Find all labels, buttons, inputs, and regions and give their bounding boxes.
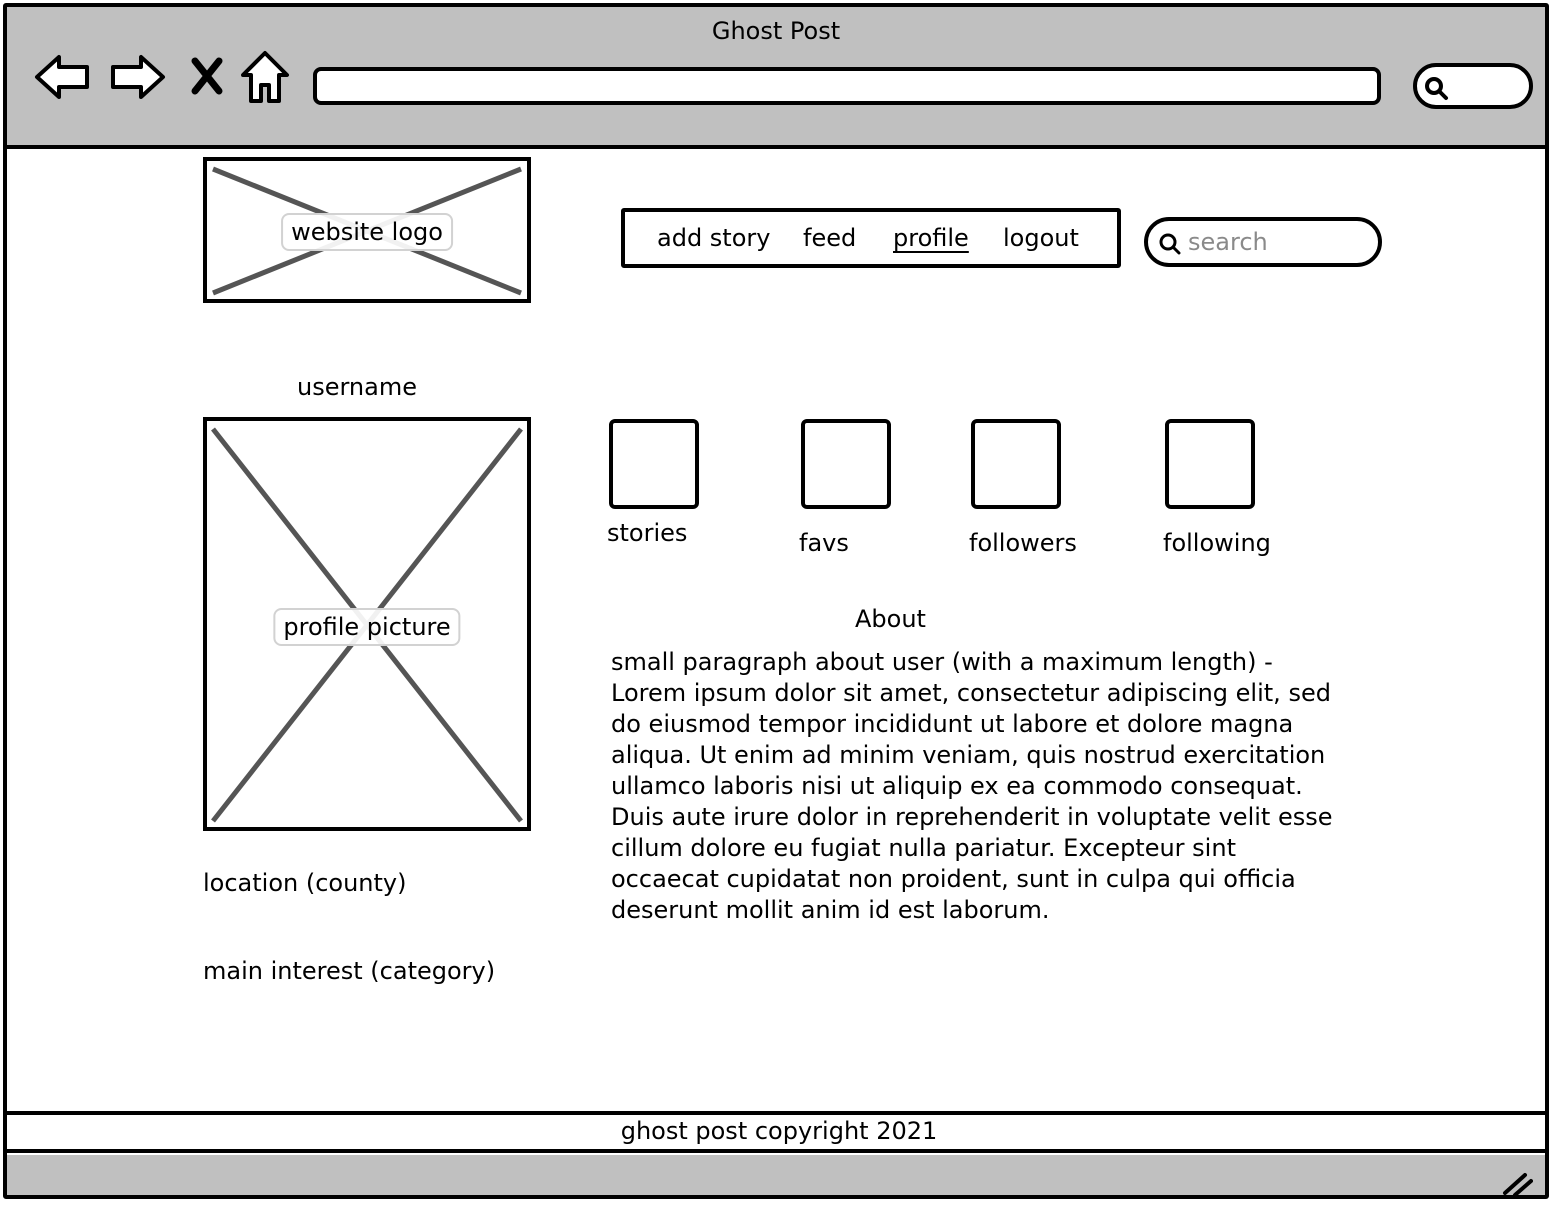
location: location (county)	[203, 869, 407, 897]
about-text: small paragraph about user (with a maxim…	[611, 648, 1333, 924]
nav-profile[interactable]: profile	[893, 224, 969, 252]
browser-status-bar	[7, 1155, 1545, 1197]
browser-window: Ghost Post website logo add story feed p…	[3, 3, 1549, 1199]
back-arrow-icon[interactable]	[33, 51, 93, 103]
search-icon	[1425, 77, 1448, 100]
nav-logout[interactable]: logout	[1003, 224, 1079, 252]
footer: ghost post copyright 2021	[7, 1111, 1545, 1153]
close-icon[interactable]	[187, 55, 227, 97]
home-icon[interactable]	[239, 49, 291, 105]
following-count-box[interactable]	[1165, 419, 1255, 509]
about-title: About	[855, 605, 926, 633]
resize-grip-icon[interactable]	[1499, 1171, 1533, 1197]
stat-label-following: following	[1163, 529, 1271, 557]
profile-picture-label: profile picture	[273, 608, 461, 646]
main-nav: add story feed profile logout	[621, 208, 1121, 268]
nav-add-story[interactable]: add story	[657, 224, 770, 252]
footer-copyright: ghost post copyright 2021	[620, 1117, 938, 1145]
website-logo: website logo	[203, 157, 531, 303]
search-input[interactable]	[1188, 225, 1368, 259]
favs-count-box[interactable]	[801, 419, 891, 509]
username: username	[297, 373, 417, 401]
window-title: Ghost Post	[711, 17, 841, 45]
nav-feed[interactable]: feed	[803, 224, 856, 252]
logo-label: website logo	[281, 213, 453, 251]
forward-arrow-icon[interactable]	[107, 51, 167, 103]
stories-count-box[interactable]	[609, 419, 699, 509]
browser-search-field[interactable]	[1413, 63, 1533, 109]
followers-count-box[interactable]	[971, 419, 1061, 509]
profile-picture: profile picture	[203, 417, 531, 831]
main-interest: main interest (category)	[203, 957, 496, 985]
stat-label-stories: stories	[607, 519, 688, 547]
stat-label-favs: favs	[799, 529, 849, 557]
site-search	[1144, 217, 1382, 267]
stat-label-followers: followers	[969, 529, 1077, 557]
browser-toolbar: Ghost Post	[7, 7, 1545, 149]
search-icon	[1159, 233, 1181, 255]
url-bar[interactable]	[313, 67, 1381, 105]
